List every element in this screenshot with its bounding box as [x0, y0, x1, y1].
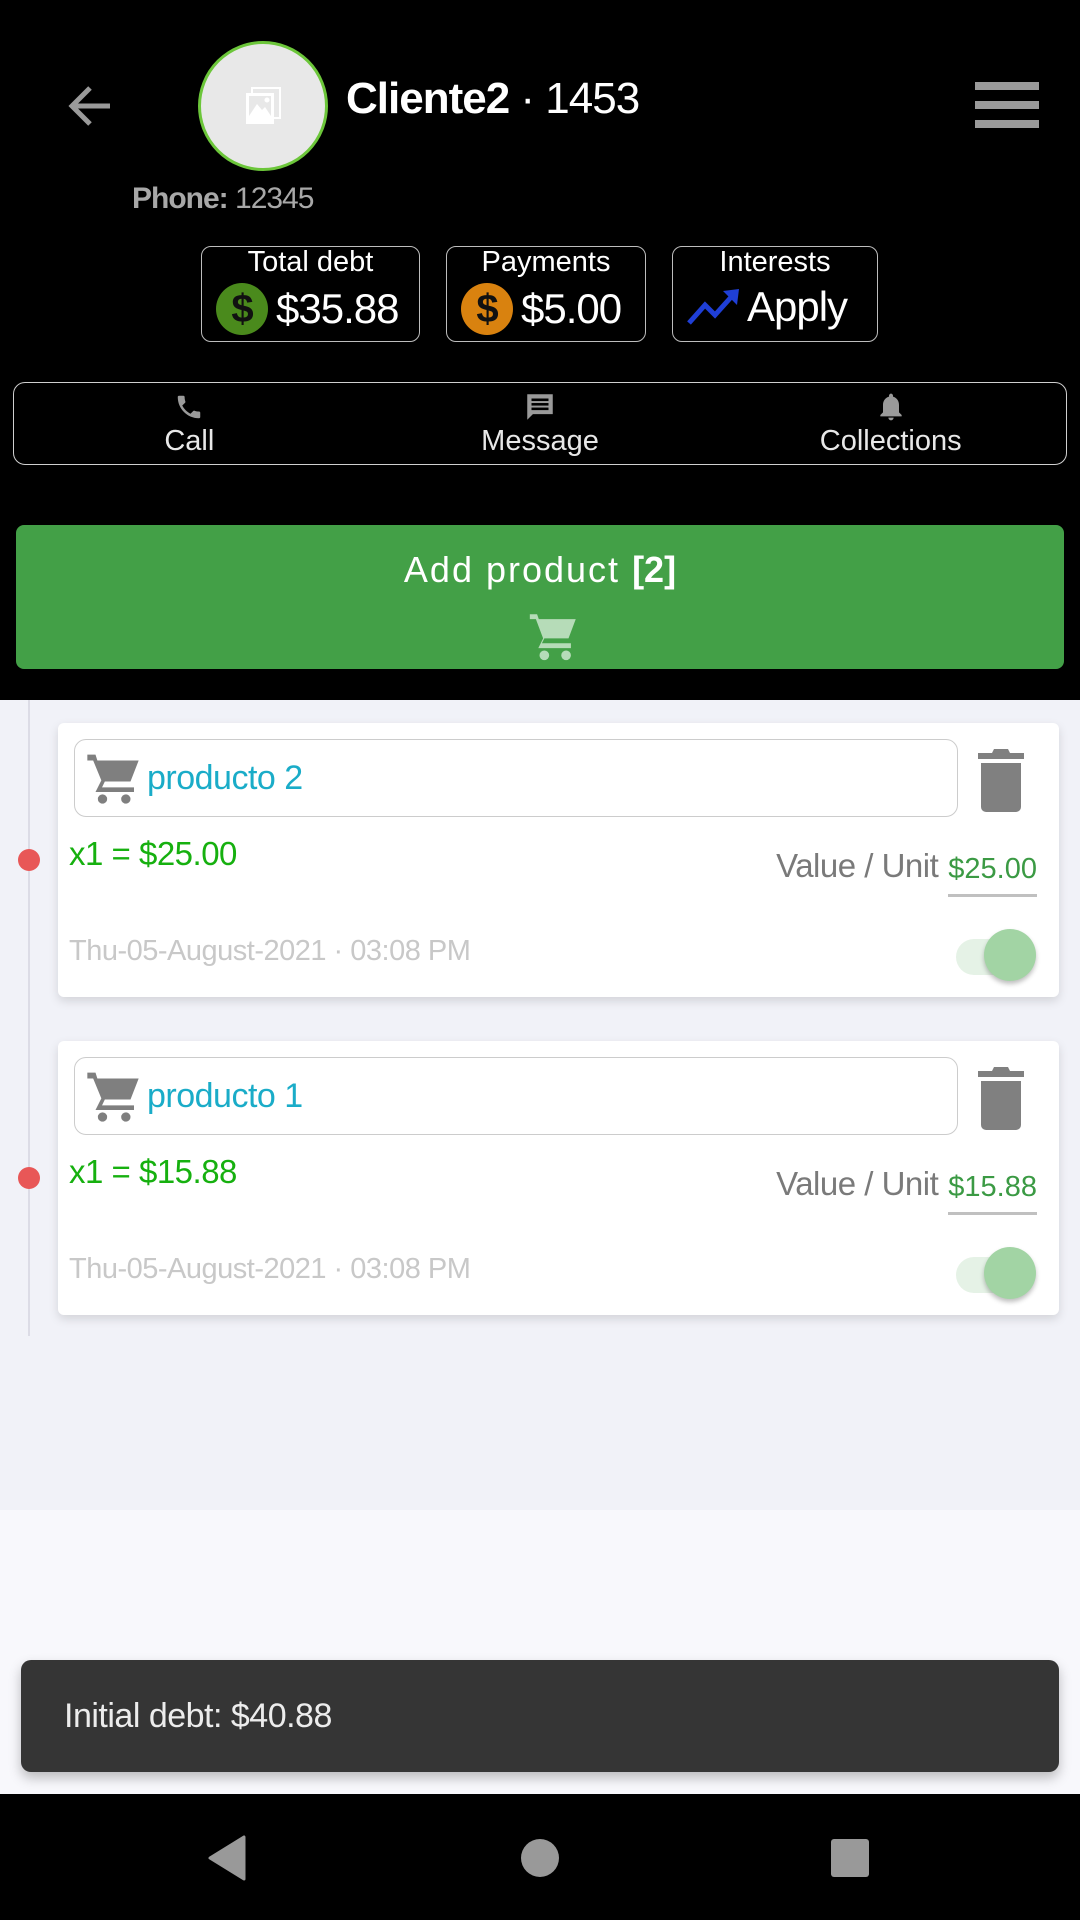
product-quantity-total: x1 = $15.88: [69, 1153, 237, 1190]
timeline-dot: [18, 1167, 40, 1189]
product-count: [2]: [632, 549, 677, 590]
add-product-button[interactable]: Add product [2]: [16, 525, 1064, 669]
client-title: Cliente2 · 1453: [346, 74, 640, 124]
trash-icon[interactable]: [976, 1065, 1026, 1131]
bell-icon: [880, 393, 902, 421]
product-toggle[interactable]: [956, 1245, 1036, 1301]
value-per-unit: Value / Unit $25.00: [776, 847, 1037, 897]
total-debt-label: Total debt: [247, 246, 374, 278]
client-name: Cliente2: [346, 74, 510, 123]
contact-actions: Call Message Collections: [13, 382, 1067, 465]
client-id: 1453: [545, 74, 640, 123]
message-button[interactable]: Message: [365, 383, 716, 464]
nav-back-icon: [208, 1835, 246, 1881]
timeline-dot: [18, 849, 40, 871]
nav-back-button[interactable]: [196, 1830, 256, 1886]
cart-icon: [87, 1072, 139, 1122]
total-debt-value: $35.88: [276, 285, 399, 332]
nav-home-button[interactable]: [510, 1830, 570, 1886]
client-avatar[interactable]: [198, 41, 328, 171]
client-separator: ·: [509, 74, 546, 123]
phone-icon: [178, 395, 201, 419]
system-navigation-bar: [0, 1794, 1080, 1920]
back-button[interactable]: [62, 78, 118, 134]
trending-up-icon: [687, 289, 739, 325]
product-card: producto 1 x1 = $15.88 Value / Unit $15.…: [58, 1041, 1059, 1315]
product-date: Thu-05-August-2021 · 03:08 PM: [69, 935, 471, 967]
message-label: Message: [481, 425, 599, 457]
product-name: producto 2: [147, 758, 303, 797]
dollar-coin-icon: $: [461, 283, 513, 335]
cart-icon: [87, 754, 139, 804]
message-icon: [527, 394, 553, 420]
call-label: Call: [164, 425, 215, 457]
value-unit-input[interactable]: $15.88: [948, 1171, 1037, 1215]
collections-button[interactable]: Collections: [715, 383, 1066, 464]
product-name-field[interactable]: producto 2: [74, 739, 958, 817]
product-date: Thu-05-August-2021 · 03:08 PM: [69, 1253, 471, 1285]
product-name-field[interactable]: producto 1: [74, 1057, 958, 1135]
product-card: producto 2 x1 = $25.00 Value / Unit $25.…: [58, 723, 1059, 997]
nav-recents-icon: [831, 1839, 869, 1877]
payments-card[interactable]: Payments $ $5.00: [446, 246, 646, 342]
total-debt-card[interactable]: Total debt $ $35.88: [201, 246, 420, 342]
trash-icon[interactable]: [976, 747, 1026, 813]
nav-home-icon: [521, 1839, 559, 1877]
timeline-line: [28, 700, 30, 1336]
add-product-label: Add product [2]: [403, 549, 677, 590]
client-phone: Phone: 12345: [132, 182, 314, 216]
collections-label: Collections: [819, 425, 962, 457]
product-name: producto 1: [147, 1076, 303, 1115]
cart-icon: [529, 614, 576, 661]
snackbar-text: Initial debt: $40.88: [64, 1696, 332, 1735]
hamburger-menu-icon[interactable]: [975, 82, 1039, 128]
value-unit-label: Value / Unit: [776, 847, 939, 884]
nav-recents-button[interactable]: [820, 1830, 880, 1886]
payments-value: $5.00: [521, 285, 622, 332]
value-unit-input[interactable]: $25.00: [948, 853, 1037, 897]
phone-label: Phone:: [132, 182, 229, 215]
product-toggle[interactable]: [956, 927, 1036, 983]
interests-label: Interests: [719, 246, 831, 278]
product-quantity-total: x1 = $25.00: [69, 835, 237, 872]
arrow-left-icon: [68, 86, 110, 126]
image-placeholder-icon: [246, 87, 281, 124]
initial-debt-snackbar: Initial debt: $40.88: [21, 1660, 1059, 1772]
client-header: Cliente2 · 1453 Phone: 12345 Total debt …: [0, 0, 1080, 700]
payments-label: Payments: [481, 246, 611, 278]
call-button[interactable]: Call: [14, 383, 365, 464]
interests-card[interactable]: Interests Apply: [672, 246, 878, 342]
phone-value: 12345: [227, 182, 314, 215]
interests-apply: Apply: [747, 283, 848, 330]
dollar-coin-icon: $: [216, 283, 268, 335]
value-unit-label: Value / Unit: [776, 1165, 939, 1202]
value-per-unit: Value / Unit $15.88: [776, 1165, 1037, 1215]
